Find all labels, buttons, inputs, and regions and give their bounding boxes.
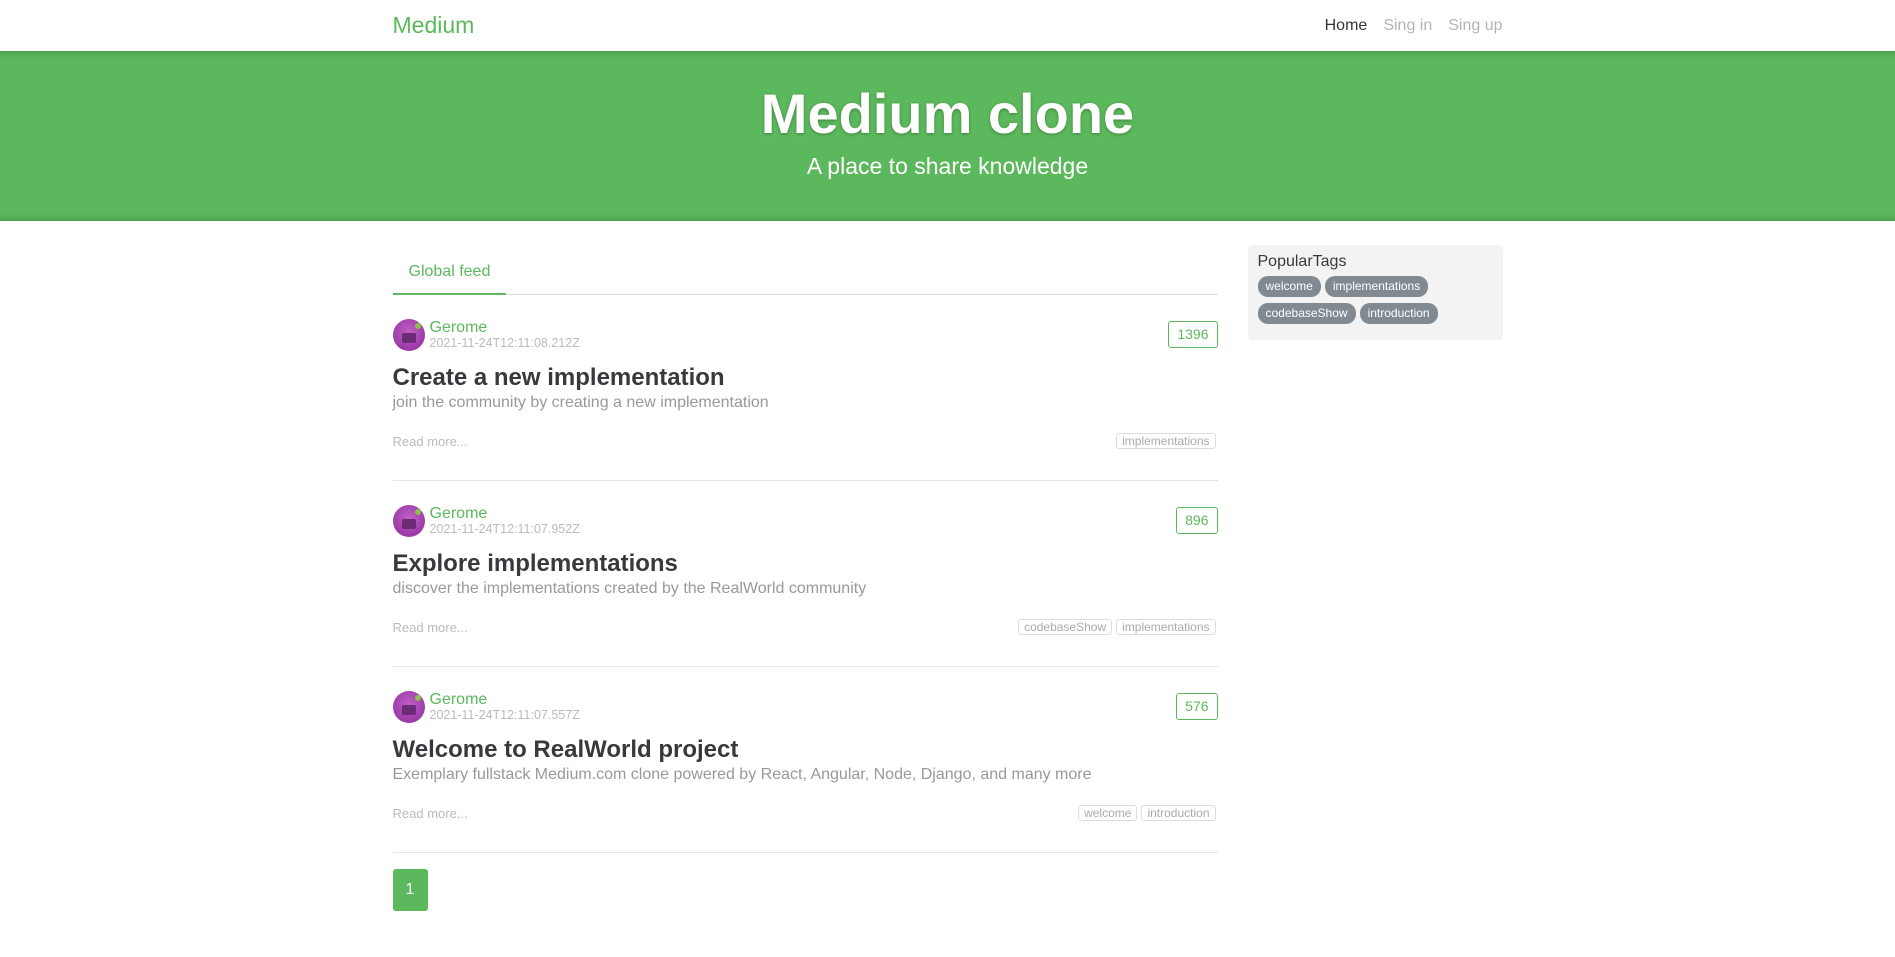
popular-tag-list: welcome implementations codebaseShow int… bbox=[1257, 276, 1493, 324]
article-tag: implementations bbox=[1116, 433, 1216, 449]
article-preview: Gerome 2021-11-24T12:11:08.212Z 1396 Cre… bbox=[392, 295, 1218, 481]
popular-tags-heading: PopularTags bbox=[1257, 253, 1347, 270]
article-info: Gerome 2021-11-24T12:11:08.212Z bbox=[429, 320, 580, 351]
sidebar: PopularTags welcome implementations code… bbox=[1247, 245, 1503, 911]
article-date: 2021-11-24T12:11:07.952Z bbox=[429, 522, 580, 536]
article-title[interactable]: Explore implementations bbox=[393, 549, 1218, 579]
avatar[interactable] bbox=[392, 319, 425, 351]
article-tag-list: implementations bbox=[1116, 433, 1216, 449]
article-meta: Gerome 2021-11-24T12:11:07.952Z bbox=[392, 505, 1218, 537]
like-button[interactable]: 576 bbox=[1176, 693, 1218, 720]
avatar[interactable] bbox=[392, 505, 425, 537]
nav-links: Home Sing in Sing up bbox=[1309, 17, 1503, 35]
article-info: Gerome 2021-11-24T12:11:07.557Z bbox=[429, 692, 580, 723]
author-link[interactable]: Gerome bbox=[430, 320, 580, 336]
article-description[interactable]: join the community by creating a new imp… bbox=[393, 393, 1218, 413]
page-1-button[interactable]: 1 bbox=[392, 869, 428, 911]
article-date: 2021-11-24T12:11:08.212Z bbox=[429, 336, 580, 350]
article-title[interactable]: Welcome to RealWorld project bbox=[393, 735, 1218, 765]
article-description[interactable]: Exemplary fullstack Medium.com clone pow… bbox=[393, 765, 1218, 785]
navbar: Medium Home Sing in Sing up bbox=[0, 0, 1895, 51]
author-link[interactable]: Gerome bbox=[430, 506, 580, 522]
nav-sign-in-link[interactable]: Sing in bbox=[1383, 17, 1432, 35]
article-footer: Read more... implementations bbox=[393, 433, 1218, 449]
article-info: Gerome 2021-11-24T12:11:07.952Z bbox=[429, 506, 580, 537]
article-footer: Read more... welcome introduction bbox=[393, 805, 1218, 821]
nav-sign-up-link[interactable]: Sing up bbox=[1448, 17, 1502, 35]
banner-subtitle: A place to share knowledge bbox=[806, 152, 1089, 179]
feed-tabs: Global feed bbox=[392, 253, 1218, 295]
article-tag: welcome bbox=[1078, 805, 1138, 821]
nav-home-link[interactable]: Home bbox=[1325, 17, 1368, 35]
avatar[interactable] bbox=[392, 691, 425, 723]
article-description[interactable]: discover the implementations created by … bbox=[393, 579, 1218, 599]
popular-tag[interactable]: implementations bbox=[1324, 276, 1429, 297]
article-meta: Gerome 2021-11-24T12:11:08.212Z bbox=[392, 319, 1218, 351]
article-meta: Gerome 2021-11-24T12:11:07.557Z bbox=[392, 691, 1218, 723]
popular-tag[interactable]: welcome bbox=[1257, 276, 1321, 297]
main-content: Global feed Gerome 2021-11-24T12:11:08.2… bbox=[392, 245, 1503, 911]
hero-banner: Medium clone A place to share knowledge bbox=[0, 51, 1895, 221]
pagination: 1 bbox=[392, 869, 1218, 911]
brand-logo-link[interactable]: Medium bbox=[393, 12, 475, 39]
article-date: 2021-11-24T12:11:07.557Z bbox=[429, 708, 580, 722]
article-tag-list: welcome introduction bbox=[1078, 805, 1216, 821]
article-title[interactable]: Create a new implementation bbox=[393, 363, 1218, 393]
popular-tag[interactable]: introduction bbox=[1359, 303, 1438, 324]
article-footer: Read more... codebaseShow implementation… bbox=[393, 619, 1218, 635]
like-button[interactable]: 896 bbox=[1176, 507, 1218, 534]
article-tag: introduction bbox=[1141, 805, 1216, 821]
popular-tags-box: PopularTags welcome implementations code… bbox=[1247, 245, 1503, 340]
banner-title: Medium clone bbox=[760, 82, 1135, 145]
article-tag-list: codebaseShow implementations bbox=[1018, 619, 1216, 635]
read-more-link[interactable]: Read more... bbox=[393, 620, 468, 635]
read-more-link[interactable]: Read more... bbox=[393, 434, 468, 449]
article-tag: codebaseShow bbox=[1018, 619, 1113, 635]
like-button[interactable]: 1396 bbox=[1168, 321, 1218, 348]
tab-global-feed[interactable]: Global feed bbox=[392, 253, 507, 295]
article-tag: implementations bbox=[1116, 619, 1216, 635]
article-preview: Gerome 2021-11-24T12:11:07.557Z 576 Welc… bbox=[392, 667, 1218, 853]
article-feed: Global feed Gerome 2021-11-24T12:11:08.2… bbox=[392, 253, 1218, 911]
read-more-link[interactable]: Read more... bbox=[393, 806, 468, 821]
author-link[interactable]: Gerome bbox=[430, 692, 580, 708]
article-preview: Gerome 2021-11-24T12:11:07.952Z 896 Expl… bbox=[392, 481, 1218, 667]
popular-tag[interactable]: codebaseShow bbox=[1257, 303, 1356, 324]
